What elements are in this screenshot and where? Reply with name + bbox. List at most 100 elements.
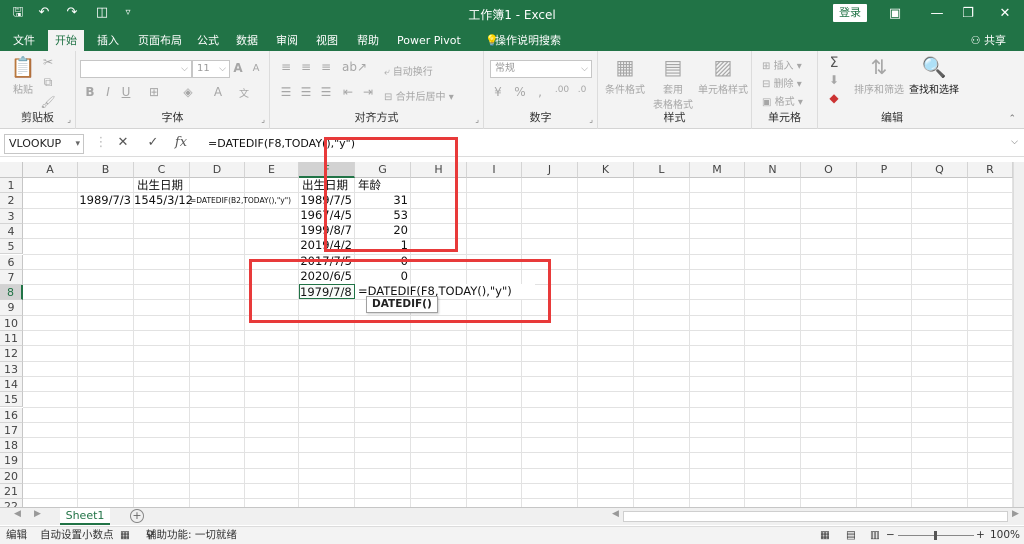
increase-decimal-icon[interactable]: .00 xyxy=(554,85,570,95)
redo-icon[interactable]: ↷ xyxy=(62,4,82,22)
row-header-4[interactable]: 4 xyxy=(0,223,23,240)
conditional-format-button[interactable]: ▦ 条件格式 xyxy=(602,55,648,96)
tab-file[interactable]: 文件 xyxy=(6,30,42,51)
column-header-R[interactable]: R xyxy=(968,162,1013,178)
delete-cells-button[interactable]: ⊟ 删除 ▾ xyxy=(762,75,802,90)
align-center-icon[interactable]: ☰ xyxy=(298,85,314,99)
column-header-K[interactable]: K xyxy=(578,162,634,178)
zoom-in-icon[interactable]: + xyxy=(976,527,985,544)
tab-view[interactable]: 视图 xyxy=(309,30,345,51)
page-break-view-icon[interactable]: ▥ xyxy=(870,527,880,544)
fill-color-icon[interactable]: ◈ xyxy=(180,85,196,99)
merge-center-button[interactable]: ⊟ 合并后居中 ▾ xyxy=(384,88,454,103)
align-top-icon[interactable]: ≡ xyxy=(278,60,294,74)
customize-icon[interactable]: ▿ xyxy=(118,4,138,22)
share-button[interactable]: ⚇ 共享 xyxy=(971,30,1006,51)
column-header-A[interactable]: A xyxy=(23,162,78,178)
number-format-select[interactable]: 常规 ⌵ xyxy=(490,60,592,78)
number-launcher-icon[interactable]: ⌟ xyxy=(589,115,593,124)
scroll-left-icon[interactable]: ◀ xyxy=(14,509,21,519)
row-header-3[interactable]: 3 xyxy=(0,208,23,224)
column-header-Q[interactable]: Q xyxy=(912,162,968,178)
comma-icon[interactable]: , xyxy=(532,85,548,99)
cut-icon[interactable]: ✂ xyxy=(40,55,56,69)
row-header-20[interactable]: 20 xyxy=(0,468,23,484)
column-header-B[interactable]: B xyxy=(78,162,134,178)
fill-icon[interactable]: ⬇ xyxy=(826,73,842,87)
percent-icon[interactable]: % xyxy=(512,85,528,99)
underline-button[interactable]: U xyxy=(118,85,134,99)
row-header-2[interactable]: 2 xyxy=(0,193,23,209)
row-header-17[interactable]: 17 xyxy=(0,422,23,439)
column-header-J[interactable]: J xyxy=(522,162,578,178)
alignment-launcher-icon[interactable]: ⌟ xyxy=(475,115,479,124)
format-as-table-button[interactable]: ▤ 套用 表格格式 xyxy=(650,55,696,111)
cancel-icon[interactable]: ✕ xyxy=(114,135,132,150)
row-header-1[interactable]: 1 xyxy=(0,178,23,194)
zoom-out-icon[interactable]: − xyxy=(886,527,895,544)
sheet-tab-sheet1[interactable]: Sheet1 xyxy=(60,508,110,525)
save-icon[interactable]: 🖫 xyxy=(8,4,28,22)
align-right-icon[interactable]: ☰ xyxy=(318,85,334,99)
orientation-icon[interactable]: ab↗ xyxy=(342,60,367,74)
touch-mode-icon[interactable]: ◫ xyxy=(92,4,112,22)
horizontal-scrollbar[interactable] xyxy=(623,511,1008,522)
formula-input[interactable]: =DATEDIF(F8,TODAY(),"y") xyxy=(202,134,1002,154)
row-header-10[interactable]: 10 xyxy=(0,315,23,331)
zoom-level[interactable]: 100% xyxy=(990,527,1020,544)
row-header-13[interactable]: 13 xyxy=(0,361,23,377)
row-header-11[interactable]: 11 xyxy=(0,331,23,347)
minimize-icon[interactable]: — xyxy=(922,4,952,23)
row-header-22[interactable]: 22 xyxy=(0,499,23,507)
insert-cells-button[interactable]: ⊞ 插入 ▾ xyxy=(762,57,802,72)
font-launcher-icon[interactable]: ⌟ xyxy=(261,115,265,124)
column-header-M[interactable]: M xyxy=(690,162,745,178)
undo-icon[interactable]: ↶ xyxy=(34,4,54,22)
phonetic-icon[interactable]: 文 xyxy=(236,85,252,100)
select-all-corner[interactable] xyxy=(0,162,23,178)
scroll-right-icon[interactable]: ▶ xyxy=(34,509,41,519)
column-header-D[interactable]: D xyxy=(190,162,245,178)
align-left-icon[interactable]: ☰ xyxy=(278,85,294,99)
hscroll-left-icon[interactable]: ◀ xyxy=(612,509,619,519)
restore-icon[interactable]: ❐ xyxy=(953,4,983,23)
close-icon[interactable]: ✕ xyxy=(990,4,1020,23)
column-header-I[interactable]: I xyxy=(467,162,522,178)
tab-formulas[interactable]: 公式 xyxy=(190,30,226,51)
insert-function-icon[interactable]: fx xyxy=(172,135,190,150)
row-header-15[interactable]: 15 xyxy=(0,392,23,408)
expand-formula-icon[interactable]: ⌵ xyxy=(1011,137,1018,147)
column-header-L[interactable]: L xyxy=(634,162,690,178)
clear-icon[interactable]: ◆ xyxy=(826,91,842,105)
wrap-text-button[interactable]: ⤶ 自动换行 xyxy=(384,63,433,78)
grow-font-button[interactable]: A xyxy=(230,61,246,75)
row-header-8[interactable]: 8 xyxy=(0,285,23,301)
format-painter-icon[interactable]: 🖌 xyxy=(40,95,56,109)
cell-C1[interactable]: 出生日期 xyxy=(134,178,194,193)
tab-data[interactable]: 数据 xyxy=(229,30,265,51)
copy-icon[interactable]: ⧉ xyxy=(40,75,56,90)
currency-icon[interactable]: ¥ xyxy=(490,85,506,99)
login-button[interactable]: 登录 xyxy=(833,4,867,22)
row-header-6[interactable]: 6 xyxy=(0,254,23,270)
row-header-12[interactable]: 12 xyxy=(0,346,23,362)
row-header-5[interactable]: 5 xyxy=(0,239,23,255)
row-header-14[interactable]: 14 xyxy=(0,376,23,393)
increase-indent-icon[interactable]: ⇥ xyxy=(360,85,376,99)
shrink-font-button[interactable]: A xyxy=(248,63,264,74)
column-header-N[interactable]: N xyxy=(745,162,801,178)
tab-page-layout[interactable]: 页面布局 xyxy=(131,30,189,51)
name-box[interactable]: VLOOKUP ▾ xyxy=(4,134,84,154)
page-layout-view-icon[interactable]: ▤ xyxy=(846,527,856,544)
row-header-18[interactable]: 18 xyxy=(0,438,23,454)
row-header-21[interactable]: 21 xyxy=(0,484,23,500)
hscroll-right-icon[interactable]: ▶ xyxy=(1012,509,1019,519)
cell-B2[interactable]: 1989/7/3 xyxy=(78,193,134,208)
dialog-launcher-icon[interactable]: ⌟ xyxy=(67,115,71,124)
row-header-16[interactable]: 16 xyxy=(0,407,23,423)
cell-C2[interactable]: 1545/3/12 xyxy=(134,193,193,208)
font-name-select[interactable]: ⌵ xyxy=(80,60,192,78)
ribbon-display-icon[interactable]: ▣ xyxy=(880,4,910,23)
row-header-19[interactable]: 19 xyxy=(0,453,23,469)
tell-me-search[interactable]: 操作说明搜索 xyxy=(488,30,568,51)
